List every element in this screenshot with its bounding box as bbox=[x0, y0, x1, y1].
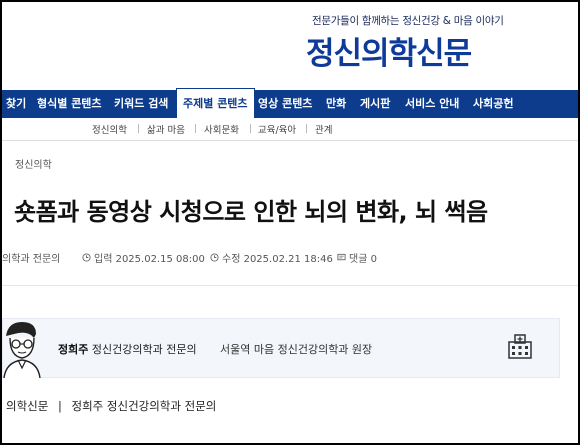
clock-icon bbox=[82, 253, 91, 262]
nav-item-board[interactable]: 게시판 bbox=[360, 90, 390, 118]
modified-date: 수정 2025.02.21 18:46 bbox=[210, 250, 333, 265]
site-tagline: 전문가들이 함께하는 정신건강 & 마음 이야기 bbox=[312, 15, 504, 27]
article-author-short: 의학과 전문의 bbox=[2, 250, 60, 265]
nav-item-by-topic[interactable]: 주제별 콘텐츠 bbox=[176, 88, 255, 118]
author-name: 정희주 bbox=[58, 343, 89, 356]
article-byline: 의학신문 | 정희주 정신건강의학과 전문의 bbox=[6, 398, 216, 414]
author-affiliation: 서울역 마음 정신건강의학과 원장 bbox=[220, 343, 373, 356]
author-short-label: 의학과 전문의 bbox=[2, 254, 61, 265]
subnav-divider bbox=[195, 124, 196, 133]
byline-separator: | bbox=[57, 399, 62, 413]
modified-date-text: 수정 2025.02.21 18:46 bbox=[222, 254, 333, 265]
article-section[interactable]: 정신의학 bbox=[15, 156, 52, 171]
subnav-item-relationships[interactable]: 관계 bbox=[315, 122, 332, 136]
nav-item-cartoon[interactable]: 만화 bbox=[326, 90, 346, 118]
nav-item-social-contribution[interactable]: 사회공헌 bbox=[473, 90, 513, 118]
main-navigation: 찾기 형식별 콘텐츠 키워드 검색 주제별 콘텐츠 영상 콘텐츠 만화 게시판 … bbox=[2, 88, 578, 118]
nav-item-keyword-search[interactable]: 키워드 검색 bbox=[114, 90, 168, 118]
nav-item-video[interactable]: 영상 콘텐츠 bbox=[258, 90, 312, 118]
comment-count-text: 댓글 0 bbox=[349, 254, 377, 265]
author-name-line: 정희주 정신건강의학과 전문의 bbox=[58, 341, 197, 357]
byline-author: 정희주 정신건강의학과 전문의 bbox=[71, 399, 217, 413]
byline-source: 의학신문 bbox=[6, 399, 49, 413]
hospital-icon[interactable] bbox=[506, 333, 534, 361]
author-title: 정신건강의학과 전문의 bbox=[91, 343, 197, 356]
subnav-item-education-parenting[interactable]: 교육/육아 bbox=[258, 122, 296, 136]
published-date: 입력 2025.02.15 08:00 bbox=[82, 250, 205, 265]
comment-count[interactable]: 댓글 0 bbox=[337, 250, 377, 265]
subnav-divider bbox=[138, 124, 139, 133]
author-avatar bbox=[3, 322, 41, 378]
sub-navigation: 정신의학 삶과 마음 사회문화 교육/육아 관계 bbox=[2, 118, 578, 141]
nav-item-service-guide[interactable]: 서비스 안내 bbox=[405, 90, 459, 118]
browser-viewport: 전문가들이 함께하는 정신건강 & 마음 이야기 정신의학신문 찾기 형식별 콘… bbox=[0, 0, 580, 445]
site-logo[interactable]: 정신의학신문 bbox=[306, 28, 472, 73]
subnav-item-psychiatry[interactable]: 정신의학 bbox=[92, 122, 127, 136]
subnav-divider bbox=[250, 124, 251, 133]
subnav-item-life-and-mind[interactable]: 삶과 마음 bbox=[147, 122, 185, 136]
nav-item-by-format[interactable]: 형식별 콘텐츠 bbox=[37, 90, 102, 118]
header-divider bbox=[2, 285, 578, 286]
article-title: 숏폼과 동영상 시청으로 인한 뇌의 변화, 뇌 썩음 bbox=[14, 198, 488, 226]
clock-icon bbox=[210, 253, 219, 262]
subnav-item-society-culture[interactable]: 사회문화 bbox=[204, 122, 239, 136]
nav-item-search[interactable]: 찾기 bbox=[6, 90, 26, 118]
subnav-divider bbox=[306, 124, 307, 133]
comment-icon bbox=[337, 253, 346, 261]
published-date-text: 입력 2025.02.15 08:00 bbox=[94, 254, 205, 265]
